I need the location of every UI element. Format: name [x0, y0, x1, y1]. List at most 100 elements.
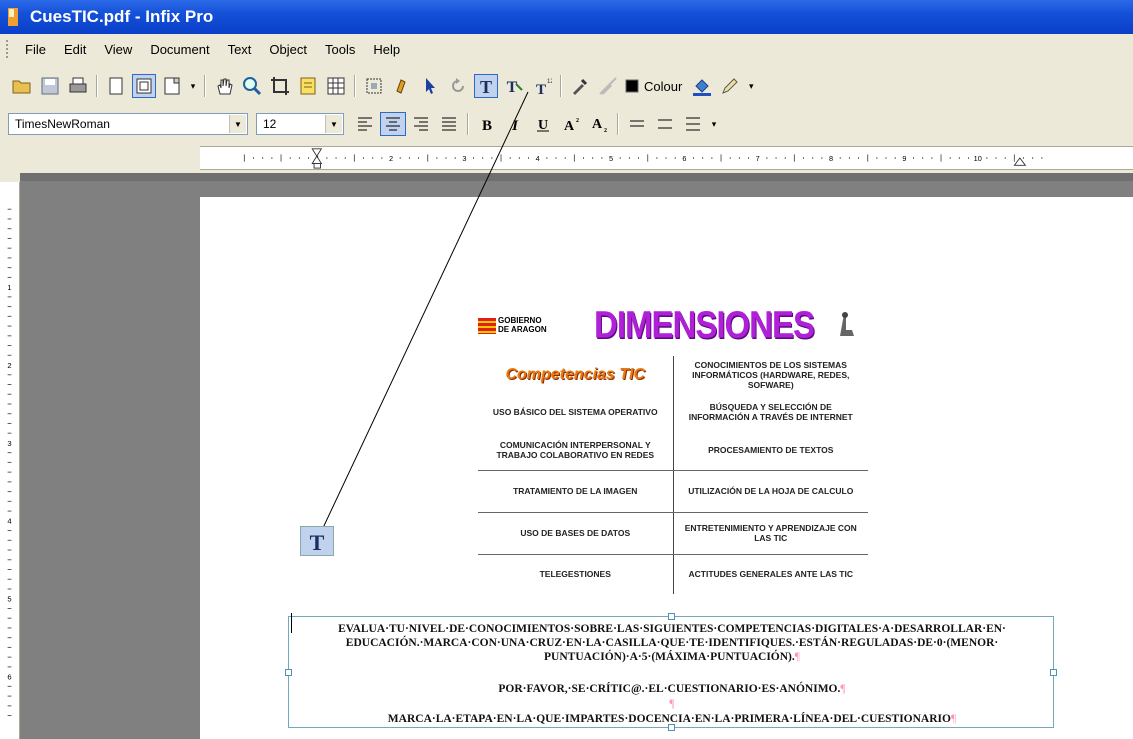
menu-tools[interactable]: Tools: [316, 39, 364, 60]
fill-bucket-button[interactable]: [690, 74, 714, 98]
open-button[interactable]: [10, 74, 34, 98]
resize-handle-left[interactable]: [285, 669, 292, 676]
link-tool-button[interactable]: [390, 74, 414, 98]
font-size-value: 12: [263, 117, 277, 131]
font-size-select[interactable]: 12 ▼: [256, 113, 344, 135]
text-segment: POR·FAVOR,·SE·CRÍTIC@.·EL·CUESTIONARIO·E…: [498, 683, 841, 695]
font-family-select[interactable]: TimesNewRoman ▼: [8, 113, 248, 135]
note-tool-button[interactable]: [296, 74, 320, 98]
font-family-value: TimesNewRoman: [15, 117, 110, 131]
toolbar-separator: [354, 75, 356, 97]
fit-width-button[interactable]: [160, 74, 184, 98]
colour-label[interactable]: Colour: [644, 79, 682, 94]
toolbar-overflow[interactable]: ▾: [709, 112, 719, 136]
save-button[interactable]: [38, 74, 62, 98]
table-cell: COMUNICACIÓN INTERPERSONAL Y TRABAJO COL…: [478, 430, 673, 471]
frame-tool-button[interactable]: [362, 74, 386, 98]
selected-text-frame[interactable]: EVALUA·TU·NIVEL·DE·CONOCIMIENTOS·SOBRE·L…: [285, 613, 1057, 731]
line-spacing-icon: [630, 120, 644, 127]
svg-text:B: B: [482, 118, 492, 132]
table-cell: CONOCIMIENTOS DE LOS SISTEMAS INFORMÁTIC…: [672, 356, 868, 394]
svg-text:2: 2: [576, 118, 579, 124]
fit-width-icon: [164, 77, 180, 95]
table-tool-button[interactable]: [324, 74, 348, 98]
italic-button[interactable]: I: [502, 112, 528, 136]
aragon-flag-icon: [478, 318, 496, 334]
ruler-number: 8: [829, 154, 833, 163]
toolbar-separator: [617, 113, 619, 135]
paragraph-mark: ¶: [669, 698, 675, 710]
ruler-number: 5: [609, 154, 613, 163]
menu-view[interactable]: View: [95, 39, 141, 60]
ruler-number: 3: [7, 439, 11, 448]
resize-handle-right[interactable]: [1050, 669, 1057, 676]
menu-object[interactable]: Object: [260, 39, 316, 60]
arrow-pointer-icon: [426, 78, 435, 94]
zoom-tool-button[interactable]: [240, 74, 264, 98]
align-right-icon: [414, 117, 428, 131]
ruler-number: 10: [974, 154, 982, 163]
align-left-button[interactable]: [352, 112, 378, 136]
right-indent-marker[interactable]: [1013, 157, 1027, 166]
table-cell: USO BÁSICO DEL SISTEMA OPERATIVO: [492, 407, 658, 417]
colour-swatch[interactable]: [624, 74, 640, 98]
underline-button[interactable]: U: [530, 112, 556, 136]
dimensiones-figure[interactable]: GOBIERNO DE ARAGON DIMENSIONES Competenc…: [478, 303, 870, 602]
single-page-button[interactable]: [104, 74, 128, 98]
paragraph-mark: ¶: [840, 683, 846, 695]
superscript-button[interactable]: A2: [558, 112, 584, 136]
text-superscript-button[interactable]: T123: [530, 74, 554, 98]
table-row: USO DE BASES DE DATOS ENTRETENIMIENTO Y …: [478, 512, 868, 555]
crop-tool-button[interactable]: [268, 74, 292, 98]
bold-button[interactable]: B: [474, 112, 500, 136]
hand-tool-button[interactable]: [212, 74, 236, 98]
justify-button[interactable]: [436, 112, 462, 136]
chevron-down-icon[interactable]: ▼: [325, 115, 342, 133]
frame-select-icon: [366, 78, 382, 94]
toolbar-overflow[interactable]: ▾: [188, 74, 198, 98]
align-center-button[interactable]: [380, 112, 406, 136]
toolbar-overflow[interactable]: ▾: [746, 74, 756, 98]
resize-handle-top[interactable]: [668, 613, 675, 620]
text-line: PUNTUACIÓN)·A·5·(MÁXIMA·PUNTUACIÓN).¶: [289, 650, 1055, 664]
indent-marker[interactable]: [311, 148, 323, 164]
text-frame-button[interactable]: T: [502, 74, 526, 98]
align-right-button[interactable]: [408, 112, 434, 136]
subscript-button[interactable]: A2: [586, 112, 612, 136]
link-chain-icon: [396, 79, 406, 94]
select-tool-button[interactable]: [418, 74, 442, 98]
table-grid-icon: [327, 77, 345, 95]
print-button[interactable]: [66, 74, 90, 98]
ruler-number: 6: [7, 672, 11, 681]
menu-edit[interactable]: Edit: [55, 39, 95, 60]
line-spacing-double-button[interactable]: [680, 112, 706, 136]
line-spacing-single-button[interactable]: [624, 112, 650, 136]
toolbar-separator: [96, 75, 98, 97]
zoom-icon: [243, 77, 262, 96]
table-cell: TRATAMIENTO DE LA IMAGEN: [478, 470, 673, 513]
menu-file[interactable]: File: [16, 39, 55, 60]
fit-page-button[interactable]: [132, 74, 156, 98]
menu-help[interactable]: Help: [364, 39, 409, 60]
no-colour-button[interactable]: [596, 74, 620, 98]
line-spacing-medium-button[interactable]: [652, 112, 678, 136]
text-tool-button[interactable]: T: [474, 74, 498, 98]
line-spacing-icon: [686, 117, 700, 131]
rotate-tool-button[interactable]: [446, 74, 470, 98]
menu-document[interactable]: Document: [141, 39, 218, 60]
menu-grip[interactable]: [6, 40, 10, 58]
rotate-icon: [452, 78, 464, 92]
pencil-button[interactable]: [718, 74, 742, 98]
ruler-number: 3: [462, 154, 466, 163]
horizontal-ruler[interactable]: 12345678910: [200, 146, 1133, 170]
logo-text: GOBIERNO DE ARAGON: [498, 316, 547, 334]
subscript-icon: A2: [592, 117, 607, 132]
vertical-ruler[interactable]: 1 2 3 4 5 6: [0, 182, 20, 739]
chevron-down-icon[interactable]: ▼: [229, 115, 246, 133]
text-line: EDUCACIÓN.·MARCA·CON·UNA·CRUZ·EN·LA·CASI…: [345, 637, 999, 649]
indent-handle[interactable]: [313, 163, 321, 169]
menu-text[interactable]: Text: [219, 39, 261, 60]
eyedropper-button[interactable]: [568, 74, 592, 98]
competencias-title: Competencias TIC: [505, 365, 646, 383]
ruler-number: 7: [756, 154, 760, 163]
